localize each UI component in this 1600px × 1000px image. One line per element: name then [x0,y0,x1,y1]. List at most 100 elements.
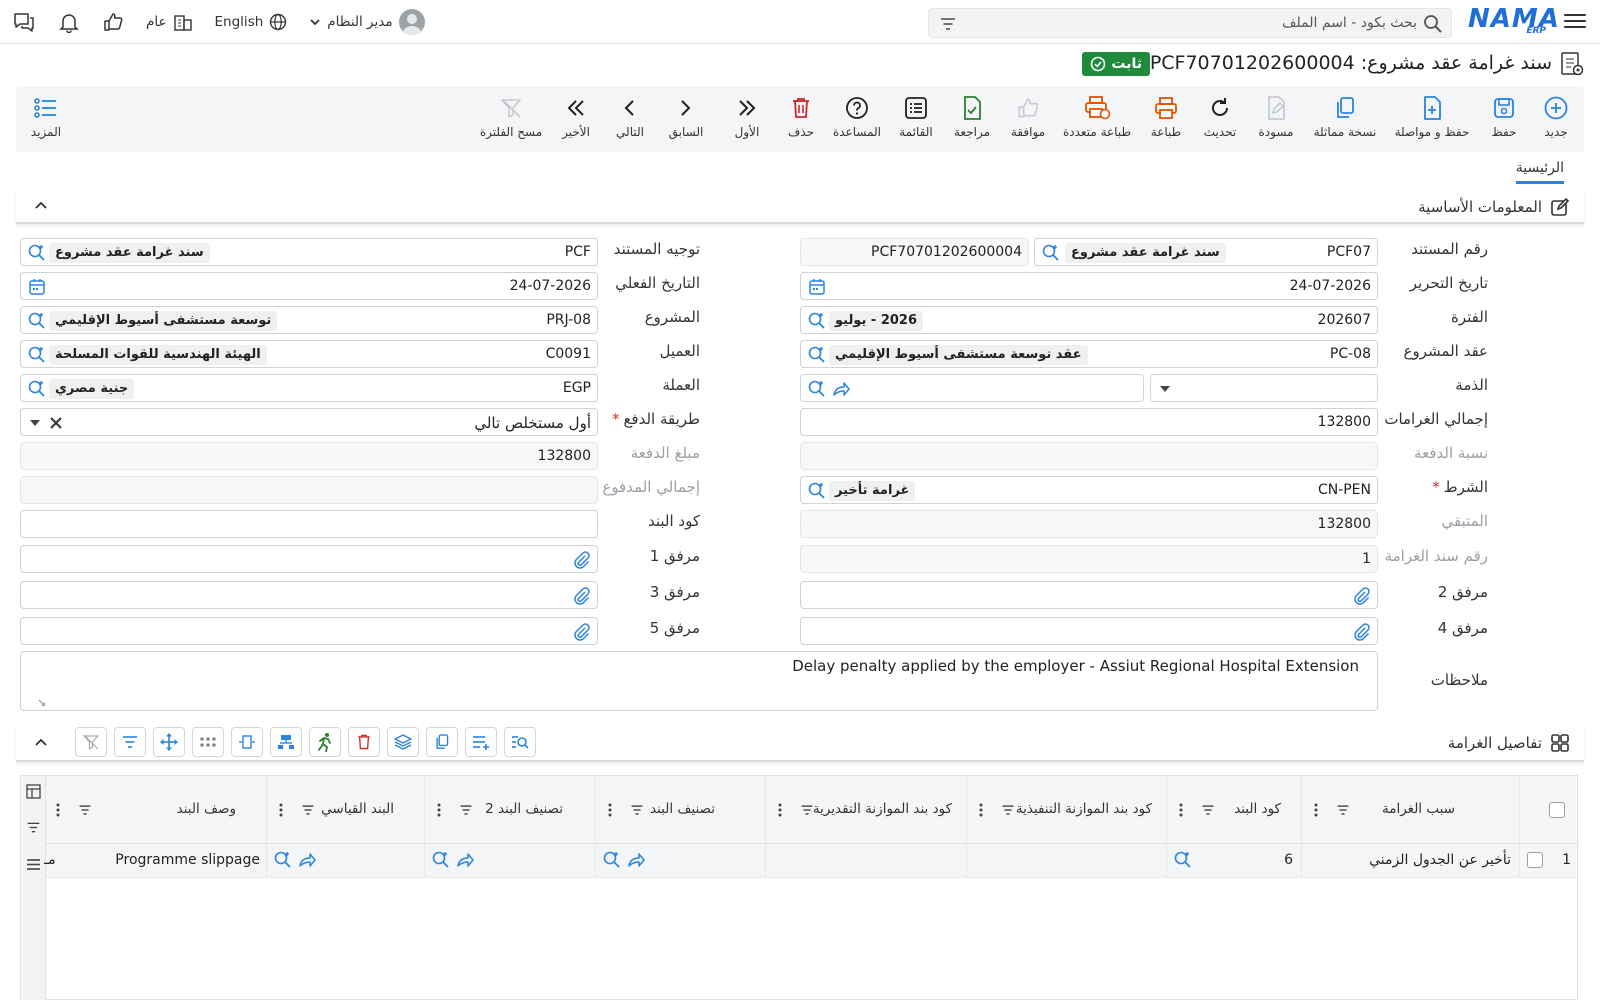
filter-lines-icon[interactable] [78,803,92,817]
delete-button[interactable]: حذف [786,94,816,146]
clear-icon[interactable] [49,416,63,430]
grid-column-header[interactable]: البند القياسي [266,776,424,844]
doc-direction-field[interactable]: PCF سند غرامة عقد مشروع [20,238,598,266]
category2-cell[interactable] [424,844,595,878]
grid-column-header[interactable]: كود بند الموازنة التنفيذية [966,776,1166,844]
nama-erp-logo[interactable]: NAMA ERP [1468,4,1559,40]
grid-fit-button[interactable] [231,727,263,757]
resize-handle-icon[interactable] [37,698,47,708]
grid-layers-button[interactable] [387,727,419,757]
filter-lines-icon[interactable] [1001,803,1015,817]
filter-lines-icon[interactable] [459,803,473,817]
draft-button[interactable]: مسودة [1254,94,1298,146]
share-icon[interactable] [297,850,317,870]
kebab-icon[interactable] [437,803,441,817]
penalty-doc-no-field[interactable]: 1 [800,545,1378,573]
paperclip-icon[interactable] [1351,586,1371,606]
paperclip-icon[interactable] [1351,622,1371,642]
grid-search-button[interactable] [504,727,536,757]
search-input[interactable] [997,12,1417,34]
grid-column-header[interactable]: كود البند [1166,776,1301,844]
filter-lines-icon[interactable] [301,803,315,817]
grid-move-button[interactable] [153,727,185,757]
grid-column-header[interactable]: تصنيف البند 2 [424,776,595,844]
lookup-icon[interactable] [27,379,47,399]
category-cell[interactable] [595,844,765,878]
lookup-icon[interactable] [27,345,47,365]
kebab-icon[interactable] [778,803,782,817]
grid-run-button[interactable] [309,727,341,757]
description-cell[interactable]: Programme slippage مـ [44,844,266,878]
doc-number-field[interactable]: PCF70701202600004 [800,238,1029,266]
issue-date-field[interactable]: 24-07-2026 [800,272,1378,300]
notes-textarea[interactable]: Delay penalty applied by the employer - … [20,651,1378,711]
language-switch[interactable]: English [215,13,288,31]
grid-column-header[interactable]: وصف البند [44,776,266,844]
basic-info-section-header[interactable]: المعلومات الأساسية [16,190,1584,224]
help-button[interactable]: المساعدة [832,94,882,146]
liability-type-select[interactable] [1150,374,1378,402]
lookup-icon[interactable] [1041,243,1061,263]
duplicate-button[interactable]: نسخة مماثلة [1312,94,1378,146]
lookup-icon[interactable] [807,311,827,331]
last-button[interactable]: الأخير [558,94,594,146]
calendar-icon[interactable] [807,277,827,297]
save-continue-button[interactable]: حفظ و مواصلة [1392,94,1472,146]
liability-field[interactable] [800,374,1144,402]
filter-lines-icon[interactable] [26,820,41,835]
payment-method-select[interactable]: أول مستخلص تالي [20,408,598,436]
kebab-icon[interactable] [608,803,612,817]
filter-lines-icon[interactable] [800,803,814,817]
kebab-icon[interactable] [1179,803,1183,817]
user-menu[interactable]: مدير النظام [309,9,425,35]
save-button[interactable]: حفظ [1484,94,1524,146]
row-checkbox[interactable] [1527,852,1543,868]
next-button[interactable]: التالي [612,94,648,146]
kebab-icon[interactable] [56,803,60,817]
caret-down-icon[interactable] [29,418,41,428]
filter-lines-icon[interactable] [1201,803,1215,817]
filter-lines-icon[interactable] [1336,803,1350,817]
select-all-checkbox[interactable] [1549,802,1565,818]
table-settings-icon[interactable] [26,784,41,799]
kebab-icon[interactable] [1314,803,1318,817]
currency-field[interactable]: EGP جنية مصري [20,374,598,402]
project-contract-field[interactable]: PC-08 عقد توسعة مستشفى أسيوط الإقليمي [800,340,1378,368]
lookup-icon[interactable] [27,311,47,331]
approve-button[interactable]: موافقة [1008,94,1048,146]
share-icon[interactable] [455,850,475,870]
share-icon[interactable] [831,379,851,399]
grid-filter-button[interactable] [114,727,146,757]
total-paid-field[interactable] [20,476,598,504]
project-field[interactable]: PRJ-08 توسعة مستشفى أسيوط الإقليمي [20,306,598,334]
est-budget-cell[interactable] [765,844,966,878]
period-field[interactable]: 202607 2026 - يوليو [800,306,1378,334]
refresh-button[interactable]: تحديث [1200,94,1240,146]
share-icon[interactable] [626,850,646,870]
list-button[interactable]: القائمة [896,94,936,146]
menu-lines-icon[interactable] [26,857,41,872]
new-button[interactable]: جديد [1538,94,1574,146]
exec-budget-cell[interactable] [966,844,1166,878]
grid-column-header[interactable]: سبب الغرامة [1301,776,1519,844]
grid-copy-button[interactable] [426,727,458,757]
doc-number-type-field[interactable]: PCF07 سند غرامة عقد مشروع [1034,238,1378,266]
grid-add-row-button[interactable] [465,727,497,757]
approvals-button[interactable] [102,11,124,33]
attachment4-field[interactable] [800,617,1378,645]
messages-button[interactable] [12,11,36,33]
reason-cell[interactable]: تأخير عن الجدول الزمني [1301,844,1519,878]
customer-field[interactable]: C0091 الهيئة الهندسية للقوات المسلحة [20,340,598,368]
item-code-cell[interactable]: 6 [1166,844,1301,878]
grid-columns-button[interactable] [192,727,224,757]
lookup-icon[interactable] [431,850,451,870]
attachment2-field[interactable] [800,581,1378,609]
clear-filter-button[interactable]: مسح الفلترة [478,94,544,146]
lookup-icon[interactable] [807,345,827,365]
remaining-field[interactable]: 132800 [800,510,1378,538]
hamburger-menu-icon[interactable] [1564,10,1586,32]
chevron-up-icon[interactable] [34,199,48,213]
previous-button[interactable]: السابق [666,94,706,146]
filter-icon[interactable] [939,15,957,33]
more-button[interactable]: المزيد [28,94,64,146]
